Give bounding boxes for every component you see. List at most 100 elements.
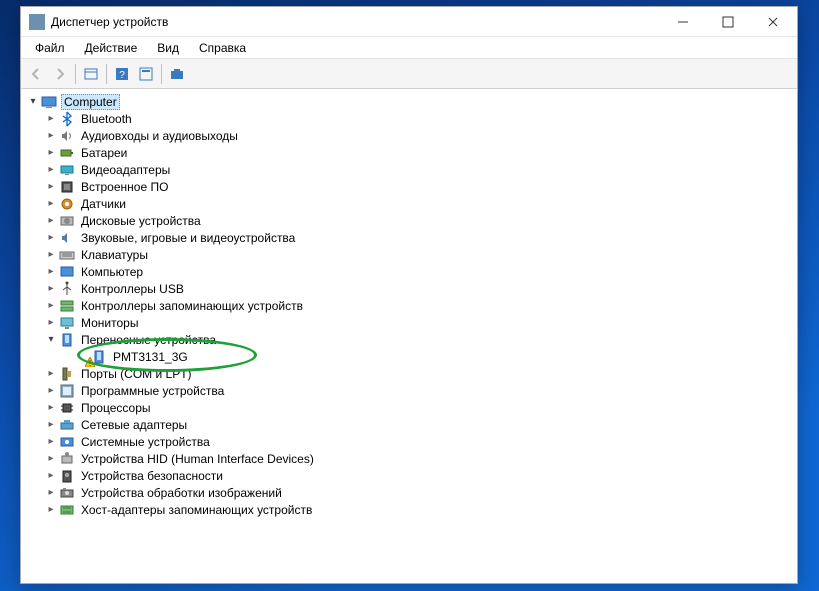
- tree-item-label[interactable]: Переносные устройства: [79, 333, 218, 347]
- expand-icon[interactable]: [45, 436, 57, 447]
- expand-icon[interactable]: [45, 470, 57, 481]
- tree-item-label[interactable]: Датчики: [79, 197, 128, 211]
- expand-icon[interactable]: [45, 453, 57, 464]
- keyboard-icon: [59, 247, 75, 263]
- tree-item-computer[interactable]: Компьютер: [25, 263, 793, 280]
- menu-action[interactable]: Действие: [77, 39, 146, 57]
- tree-item-label[interactable]: Компьютер: [79, 265, 145, 279]
- expand-icon[interactable]: [45, 164, 57, 175]
- tree-item-label[interactable]: Устройства HID (Human Interface Devices): [79, 452, 316, 466]
- expand-icon[interactable]: [45, 147, 57, 158]
- monitor-icon: [59, 315, 75, 331]
- expand-icon[interactable]: [45, 317, 57, 328]
- tree-item-usb-controllers[interactable]: Контроллеры USB: [25, 280, 793, 297]
- cpu-icon: [59, 400, 75, 416]
- expand-icon[interactable]: [45, 130, 57, 141]
- tree-item-label[interactable]: Bluetooth: [79, 112, 134, 126]
- tree-content[interactable]: Computer Bluetooth Аудиовходы и аудиовых…: [21, 89, 797, 583]
- tree-item-label[interactable]: Хост-адаптеры запоминающих устройств: [79, 503, 314, 517]
- tree-item-label[interactable]: PMT3131_3G: [111, 350, 190, 364]
- minimize-button[interactable]: [660, 8, 705, 36]
- tree-item-label[interactable]: Контроллеры USB: [79, 282, 186, 296]
- expand-icon[interactable]: [45, 334, 57, 345]
- audio-io-icon: [59, 128, 75, 144]
- tree-root-label[interactable]: Computer: [61, 94, 120, 110]
- expand-icon[interactable]: [45, 385, 57, 396]
- tree-item-label[interactable]: Клавиатуры: [79, 248, 150, 262]
- tree-item-processors[interactable]: Процессоры: [25, 399, 793, 416]
- tree-item-sound-devices[interactable]: Звуковые, игровые и видеоустройства: [25, 229, 793, 246]
- expand-icon[interactable]: [45, 232, 57, 243]
- tree-item-system-devices[interactable]: Системные устройства: [25, 433, 793, 450]
- tree-item-label[interactable]: Батареи: [79, 146, 129, 160]
- tree-item-storage-controllers[interactable]: Контроллеры запоминающих устройств: [25, 297, 793, 314]
- tree-item-imaging-devices[interactable]: Устройства обработки изображений: [25, 484, 793, 501]
- port-icon: [59, 366, 75, 382]
- tree-item-audio-io[interactable]: Аудиовходы и аудиовыходы: [25, 127, 793, 144]
- tree-item-label[interactable]: Программные устройства: [79, 384, 226, 398]
- help-button[interactable]: ?: [111, 63, 133, 85]
- tree-item-firmware[interactable]: Встроенное ПО: [25, 178, 793, 195]
- device-tree: Computer Bluetooth Аудиовходы и аудиовых…: [25, 93, 793, 518]
- expand-icon[interactable]: [45, 504, 57, 515]
- expand-icon[interactable]: [45, 266, 57, 277]
- tree-item-label[interactable]: Устройства безопасности: [79, 469, 225, 483]
- menu-view[interactable]: Вид: [149, 39, 187, 57]
- tree-item-portable-devices[interactable]: Переносные устройства: [25, 331, 793, 348]
- tree-item-label[interactable]: Устройства обработки изображений: [79, 486, 284, 500]
- expand-icon[interactable]: [45, 283, 57, 294]
- tree-item-monitors[interactable]: Мониторы: [25, 314, 793, 331]
- window-controls: [660, 8, 795, 36]
- expand-icon[interactable]: [45, 215, 57, 226]
- tree-item-label[interactable]: Сетевые адаптеры: [79, 418, 189, 432]
- tree-item-disk-drives[interactable]: Дисковые устройства: [25, 212, 793, 229]
- tree-item-keyboards[interactable]: Клавиатуры: [25, 246, 793, 263]
- tree-item-label[interactable]: Дисковые устройства: [79, 214, 203, 228]
- tree-item-label[interactable]: Мониторы: [79, 316, 140, 330]
- properties-button[interactable]: [135, 63, 157, 85]
- expand-icon[interactable]: [45, 249, 57, 260]
- tree-item-label[interactable]: Видеоадаптеры: [79, 163, 172, 177]
- tree-item-label[interactable]: Процессоры: [79, 401, 153, 415]
- maximize-button[interactable]: [705, 8, 750, 36]
- menu-file[interactable]: Файл: [27, 39, 73, 57]
- show-hidden-button[interactable]: [80, 63, 102, 85]
- tree-item-pmt3131[interactable]: ! PMT3131_3G: [25, 348, 793, 365]
- display-adapter-icon: [59, 162, 75, 178]
- close-button[interactable]: [750, 8, 795, 36]
- expand-icon[interactable]: [45, 368, 57, 379]
- tree-item-ports[interactable]: Порты (COM и LPT): [25, 365, 793, 382]
- tree-item-software-devices[interactable]: Программные устройства: [25, 382, 793, 399]
- expand-icon[interactable]: [45, 113, 57, 124]
- expand-icon[interactable]: [45, 487, 57, 498]
- battery-icon: [59, 145, 75, 161]
- expand-icon[interactable]: [45, 198, 57, 209]
- tree-item-storage-host-adapters[interactable]: Хост-адаптеры запоминающих устройств: [25, 501, 793, 518]
- tree-item-batteries[interactable]: Батареи: [25, 144, 793, 161]
- expand-icon[interactable]: [27, 96, 39, 107]
- tree-item-network-adapters[interactable]: Сетевые адаптеры: [25, 416, 793, 433]
- expand-icon[interactable]: [45, 300, 57, 311]
- tree-item-label[interactable]: Встроенное ПО: [79, 180, 170, 194]
- expand-icon[interactable]: [45, 419, 57, 430]
- tree-item-sensors[interactable]: Датчики: [25, 195, 793, 212]
- window-title: Диспетчер устройств: [51, 15, 660, 29]
- forward-button[interactable]: [49, 63, 71, 85]
- tree-root[interactable]: Computer: [25, 93, 793, 110]
- tree-item-label[interactable]: Системные устройства: [79, 435, 212, 449]
- tree-item-security-devices[interactable]: Устройства безопасности: [25, 467, 793, 484]
- tree-item-label[interactable]: Звуковые, игровые и видеоустройства: [79, 231, 297, 245]
- tree-item-label[interactable]: Контроллеры запоминающих устройств: [79, 299, 305, 313]
- menu-help[interactable]: Справка: [191, 39, 254, 57]
- tree-item-bluetooth[interactable]: Bluetooth: [25, 110, 793, 127]
- scan-hardware-button[interactable]: [166, 63, 188, 85]
- tree-item-hid[interactable]: Устройства HID (Human Interface Devices): [25, 450, 793, 467]
- back-button[interactable]: [25, 63, 47, 85]
- expand-icon[interactable]: [45, 402, 57, 413]
- tree-item-display-adapters[interactable]: Видеоадаптеры: [25, 161, 793, 178]
- portable-icon: [59, 332, 75, 348]
- tree-item-label[interactable]: Порты (COM и LPT): [79, 367, 194, 381]
- titlebar: Диспетчер устройств: [21, 7, 797, 37]
- expand-icon[interactable]: [45, 181, 57, 192]
- tree-item-label[interactable]: Аудиовходы и аудиовыходы: [79, 129, 240, 143]
